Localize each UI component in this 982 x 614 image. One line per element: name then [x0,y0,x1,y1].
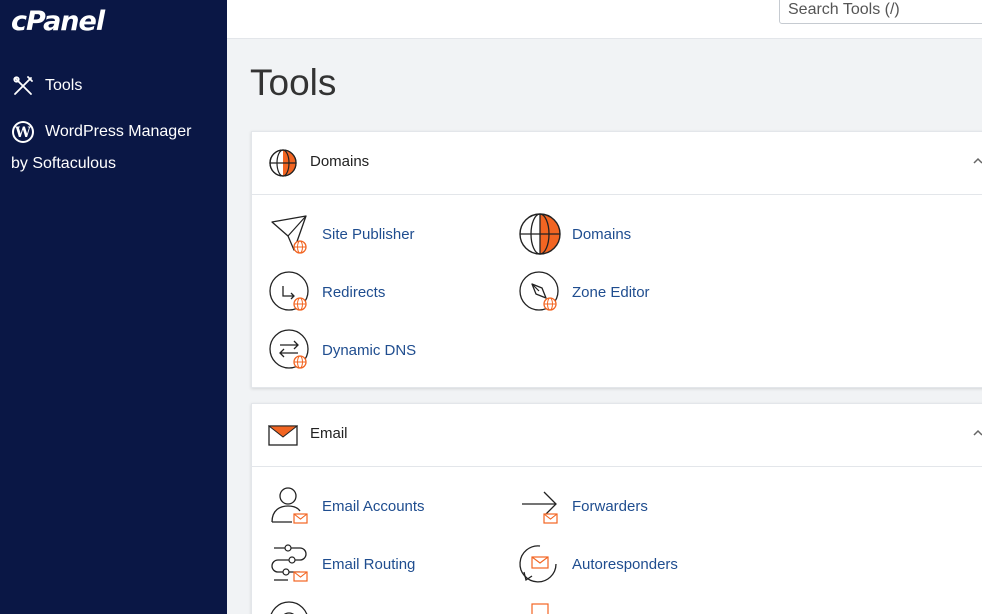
tool-site-publisher[interactable]: Site Publisher [268,212,415,256]
sidebar-item-tools[interactable]: Tools [11,74,82,98]
autoresponders-icon [518,542,562,586]
tool-forwarders[interactable]: Forwarders [518,484,648,528]
domains-section: Domains Site Publisher Domains Redirects… [251,131,982,388]
partial-circle-icon [268,600,312,614]
tool-label: Domains [572,225,632,243]
zone-editor-icon [518,270,562,314]
search-tools-input[interactable] [779,0,982,24]
domains-globe-icon [518,212,562,256]
tool-email-accounts[interactable]: Email Accounts [268,484,425,528]
page-title: Tools [250,62,337,103]
tool-label: Site Publisher [322,225,415,243]
domains-section-header[interactable]: Domains [252,132,982,195]
tool-domains[interactable]: Domains [518,212,631,256]
email-section: Email Email Accounts Forwarders Email Ro… [251,403,982,614]
sidebar-item-wordpress-manager[interactable]: W WordPress Manager by Softaculous [11,120,211,180]
dynamic-dns-icon [268,328,312,372]
email-section-title: Email [310,425,348,442]
email-routing-icon [268,542,312,586]
domains-section-title: Domains [310,153,370,170]
redirects-icon [268,270,312,314]
email-accounts-icon [268,484,312,528]
chevron-up-icon[interactable] [972,426,982,438]
tool-label: Forwarders [572,497,648,515]
forwarders-icon [518,484,562,528]
email-section-header[interactable]: Email [252,404,982,467]
site-publisher-icon [268,212,312,256]
top-bar [227,0,982,39]
tool-label: Redirects [322,283,386,301]
tool-partial-row-item[interactable] [268,600,322,614]
tool-autoresponders[interactable]: Autoresponders [518,542,678,586]
tools-icon [11,74,35,98]
envelope-icon [267,420,299,450]
tool-dynamic-dns[interactable]: Dynamic DNS [268,328,416,372]
tool-label: Dynamic DNS [322,341,417,359]
tool-partial-row-item[interactable] [518,600,572,614]
tool-redirects[interactable]: Redirects [268,270,385,314]
sidebar-item-label: Tools [45,77,83,94]
cpanel-logo[interactable]: cPanel [11,6,105,37]
sidebar-item-label: WordPress Manager by Softaculous [11,123,192,172]
partial-mail-icon [518,600,562,614]
chevron-up-icon[interactable] [972,154,982,166]
tool-zone-editor[interactable]: Zone Editor [518,270,650,314]
tool-label: Email Routing [322,555,416,573]
sidebar: cPanel Tools W WordPress Manager by Soft… [0,0,227,614]
tool-email-routing[interactable]: Email Routing [268,542,415,586]
tool-label: Email Accounts [322,497,425,515]
domains-section-globe-icon [268,148,298,178]
tool-label: Zone Editor [572,283,650,301]
tool-label: Autoresponders [572,555,678,573]
